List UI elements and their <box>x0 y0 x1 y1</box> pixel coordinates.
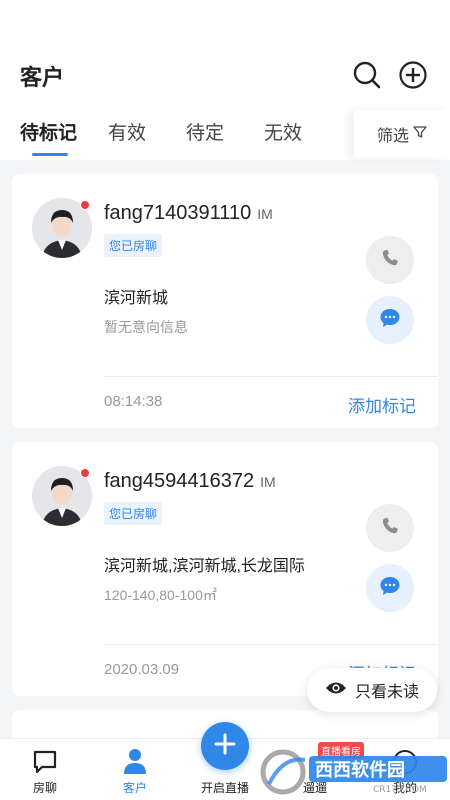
nav-item-customers[interactable]: 客户 <box>90 739 180 800</box>
last-active-time: 08:14:38 <box>104 393 163 410</box>
person-icon <box>122 747 148 780</box>
tab-unmarked[interactable]: 待标记 <box>20 118 77 145</box>
customer-name-text: fang7140391110 <box>104 202 252 224</box>
customer-name[interactable]: fang4594416372 IM <box>104 470 276 493</box>
eye-icon <box>325 680 347 701</box>
only-unread-label: 只看未读 <box>354 684 419 701</box>
im-label: IM <box>257 206 273 222</box>
nav-item-chat[interactable]: 房聊 <box>0 739 90 800</box>
filter-icon <box>413 125 427 144</box>
divider <box>104 644 438 645</box>
add-circle-icon[interactable] <box>398 60 428 90</box>
search-icon[interactable] <box>352 60 382 90</box>
tab-valid[interactable]: 有效 <box>108 118 146 145</box>
active-tab-indicator <box>32 153 68 156</box>
message-button[interactable] <box>366 564 414 612</box>
page-title: 客户 <box>20 65 65 90</box>
add-mark-button[interactable]: 添加标记 <box>348 392 416 417</box>
customer-name[interactable]: fang7140391110 IM <box>104 202 273 225</box>
tab-bar: 待标记 有效 待定 无效 筛选 <box>0 110 450 158</box>
customer-intent: 120-140,80-100㎡ <box>104 587 217 603</box>
plus-icon <box>214 733 236 760</box>
last-active-time: 2020.03.09 <box>104 661 180 678</box>
message-icon <box>378 306 402 335</box>
call-button[interactable] <box>366 504 414 552</box>
go-live-button[interactable] <box>201 722 249 770</box>
chat-status-badge: 您已房聊 <box>104 234 163 257</box>
message-button[interactable] <box>366 296 414 344</box>
unread-dot <box>80 468 90 478</box>
im-label: IM <box>260 474 276 490</box>
customer-name-text: fang4594416372 <box>104 470 255 492</box>
chat-bubble-icon <box>32 749 58 780</box>
filter-button[interactable]: 筛选 <box>354 110 450 158</box>
tab-invalid[interactable]: 无效 <box>264 118 302 145</box>
customer-intent: 暂无意向信息 <box>104 319 188 335</box>
nav-label: 客户 <box>122 781 147 795</box>
top-bar: 客户 待标记 有效 待定 无效 筛选 <box>0 0 450 160</box>
phone-icon <box>379 247 401 274</box>
svg-text:CR173.COM: CR173.COM <box>373 785 427 795</box>
filter-label: 筛选 <box>376 128 409 145</box>
call-button[interactable] <box>366 236 414 284</box>
svg-text:西西软件园: 西西软件园 <box>315 759 405 781</box>
customer-location: 滨河新城 <box>104 290 169 307</box>
watermark-logo: 西西软件园 CR173.COM <box>255 746 450 796</box>
unread-dot <box>80 200 90 210</box>
customer-location: 滨河新城,滨河新城,长龙国际 <box>104 558 305 575</box>
tab-pending[interactable]: 待定 <box>186 118 224 145</box>
customer-card[interactable]: fang7140391110 IM 您已房聊 滨河新城 暂无意向信息 08:14:… <box>12 174 438 428</box>
chat-status-badge: 您已房聊 <box>104 502 163 525</box>
message-icon <box>378 574 402 603</box>
phone-icon <box>379 515 401 542</box>
nav-label: 房聊 <box>32 781 57 795</box>
customer-card[interactable]: fang4594416372 IM 您已房聊 滨河新城,滨河新城,长龙国际 120… <box>12 442 438 696</box>
only-unread-toggle[interactable]: 只看未读 <box>307 668 437 712</box>
divider <box>104 376 438 377</box>
